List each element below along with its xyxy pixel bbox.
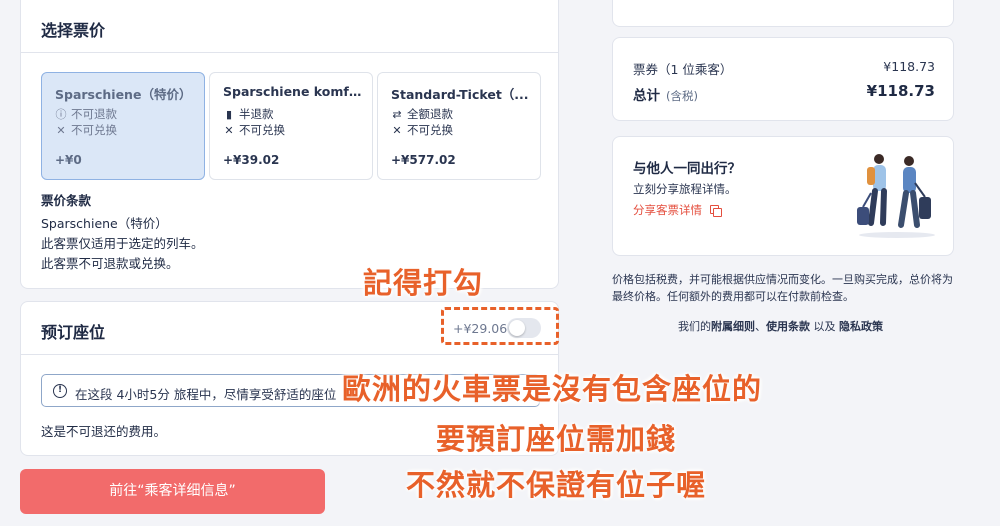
refund-policy: ▮ 半退款: [223, 106, 274, 122]
partial-refund-icon: ▮: [225, 107, 233, 121]
fare-option-sparschiene-komfort[interactable]: Sparschiene komfort ▮ 半退款 ✕ 不可兑换 +¥39.02: [209, 72, 373, 180]
fare-option-name: Standard-Ticket（...: [391, 87, 529, 102]
ticket-label: 票券（1 位乘客）: [633, 62, 733, 77]
annotation-highlight-box: [441, 307, 559, 345]
fare-terms-line: Sparschiene（特价）: [41, 216, 168, 231]
exchange-policy-text: 不可兑换: [71, 123, 117, 137]
price-disclaimer: 价格包括税费，并可能根据供应情况而变化。一旦购买完成，总价将为最终价格。任何额外…: [612, 273, 953, 303]
fare-option-price: +¥0: [55, 153, 82, 167]
seat-info-text: 在这段 4小时5分 旅程中，尽情享受舒适的座位: [75, 387, 337, 402]
fare-terms-title: 票价条款: [41, 193, 92, 208]
price-summary-card: 票券（1 位乘客） ¥118.73 总计 (含税) ¥118.73: [612, 37, 954, 121]
supplementary-terms-link[interactable]: 附属细则: [711, 320, 755, 333]
annotation-remember-check: 記得打勾: [363, 266, 484, 300]
divider: [21, 52, 558, 53]
total-tax-note: (含税): [666, 89, 698, 103]
refund-policy: ⓘ 不可退款: [55, 106, 118, 122]
share-ticket-link-text: 分享客票详情: [633, 203, 702, 217]
alert-info-icon: !: [53, 384, 67, 398]
fare-option-name: Sparschiene（特价）: [55, 87, 192, 102]
refund-policy-text: 不可退款: [71, 107, 117, 121]
total-label-text: 总计: [633, 88, 660, 104]
divider: [21, 354, 558, 355]
terms-of-use-link[interactable]: 使用条款: [766, 320, 810, 333]
exchange-policy-text: 不可兑换: [407, 123, 453, 137]
fare-option-sparschiene[interactable]: Sparschiene（特价） ⓘ 不可退款 ✕ 不可兑换 +¥0: [41, 72, 205, 180]
total-value: ¥118.73: [866, 82, 935, 100]
refund-policy-text: 半退款: [239, 107, 274, 121]
x-icon: ✕: [224, 123, 234, 137]
ticket-value: ¥118.73: [883, 59, 935, 74]
x-icon: ✕: [56, 123, 66, 137]
fare-terms-line: 此客票不可退款或兑换。: [41, 256, 179, 271]
annotation-line-1: 歐洲的火車票是沒有包含座位的: [342, 372, 763, 406]
seat-nonrefundable-note: 这是不可退还的费用。: [41, 424, 167, 439]
privacy-policy-link[interactable]: 隐私政策: [839, 320, 883, 333]
policy-separator: 、: [755, 320, 766, 333]
fare-option-price: +¥39.02: [223, 153, 280, 167]
fare-option-name: Sparschiene komfort: [223, 84, 364, 99]
share-trip-card: 与他人一同出行？ 立刻分享旅程详情。 分享客票详情: [612, 136, 954, 256]
copy-icon: [710, 204, 722, 217]
exchange-policy: ✕ 不可兑换: [391, 122, 453, 138]
exchange-policy: ✕ 不可兑换: [55, 122, 117, 138]
fare-selection-card: 选择票价 Sparschiene（特价） ⓘ 不可退款 ✕ 不可兑换 +¥0 S…: [20, 0, 559, 289]
annotation-line-2: 要預訂座位需加錢: [436, 422, 677, 456]
total-label: 总计 (含税): [633, 84, 698, 104]
refund-policy: ⇄ 全额退款: [391, 106, 453, 122]
annotation-line-3: 不然就不保證有位子喔: [406, 468, 707, 502]
fare-section-title: 选择票价: [41, 21, 106, 40]
policy-separator: 以及: [810, 320, 839, 333]
share-subtitle: 立刻分享旅程详情。: [633, 182, 737, 196]
seat-section-title: 预订座位: [41, 323, 106, 342]
share-ticket-link[interactable]: 分享客票详情: [633, 202, 722, 218]
exchange-policy: ✕ 不可兑换: [223, 122, 285, 138]
continue-to-passenger-details-button[interactable]: 前往“乘客详细信息”: [20, 469, 325, 514]
fare-option-price: +¥577.02: [391, 153, 456, 167]
share-title: 与他人一同出行？: [633, 161, 741, 177]
x-icon: ✕: [392, 123, 402, 137]
policy-links: 我们的附属细则、使用条款 以及 隐私政策: [678, 318, 883, 334]
fare-option-standard-ticket[interactable]: Standard-Ticket（... ⇄ 全额退款 ✕ 不可兑换 +¥577.…: [377, 72, 541, 180]
info-icon: ⓘ: [55, 108, 67, 121]
policy-prefix: 我们的: [678, 320, 711, 333]
fare-terms-line: 此客票仅适用于选定的列车。: [41, 236, 204, 251]
exchange-policy-text: 不可兑换: [239, 123, 285, 137]
refund-policy-text: 全额退款: [407, 107, 453, 121]
travelers-illustration: [857, 154, 935, 238]
summary-top-card: [612, 0, 954, 27]
full-refund-icon: ⇄: [392, 107, 402, 121]
